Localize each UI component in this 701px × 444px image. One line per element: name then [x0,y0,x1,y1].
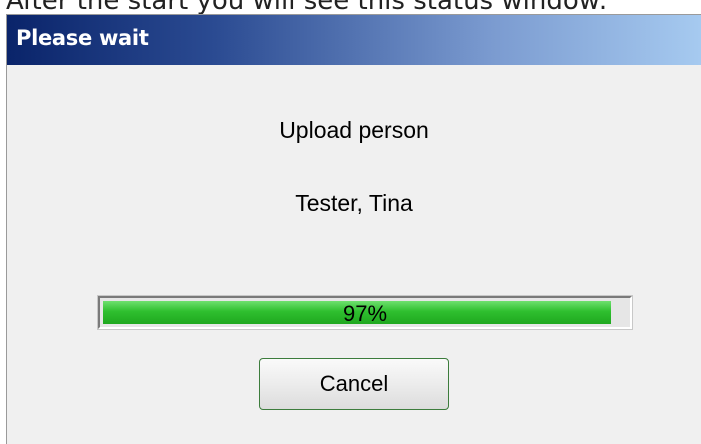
status-message: Upload person [279,117,429,143]
dialog-title: Please wait [16,26,149,50]
person-name: Tester, Tina [295,190,413,216]
progress-percent-label: 97% [342,301,388,326]
dialog-titlebar[interactable]: Please wait [7,15,701,65]
status-dialog: Please wait Upload person Tester, Tina 9… [6,14,701,444]
cancel-button[interactable]: Cancel [259,358,449,410]
upload-progress-bar: 97% [97,295,633,330]
